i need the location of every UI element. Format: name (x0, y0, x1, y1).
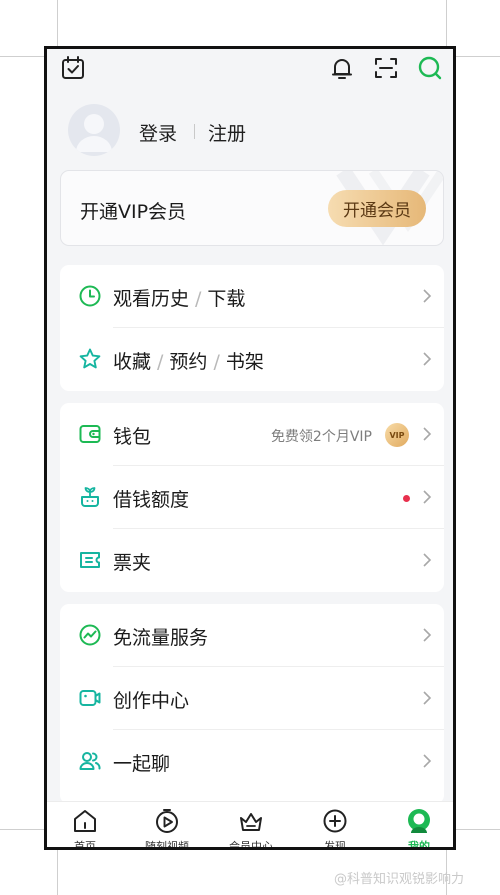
vip-badge: VIP (385, 423, 409, 447)
user-avatar-icon (408, 809, 430, 833)
menu-item-label: 观看历史 / 下载 (113, 288, 246, 310)
menu-group-services: 免流量服务 创作中心 一起聊 (60, 604, 444, 804)
nav-discover[interactable]: 发现 (295, 802, 375, 850)
default-avatar-icon (76, 114, 112, 152)
menu-item-chat-together[interactable]: 一起聊 (60, 730, 444, 793)
chevron-right-icon (423, 352, 432, 366)
menu-item-wallet[interactable]: 钱包 免费领2个月VIP VIP (60, 403, 444, 466)
nav-label: 随刻视频 (145, 840, 189, 850)
nav-me[interactable]: 我的 (379, 802, 453, 850)
menu-group-history: 观看历史 / 下载 收藏 / 预约 / 书架 (60, 265, 444, 391)
sprout-icon (81, 487, 99, 507)
nav-videos[interactable]: 随刻视频 (127, 802, 207, 850)
menu-item-history-download[interactable]: 观看历史 / 下载 (60, 265, 444, 328)
bottom-nav: 首页 随刻视频 会员中心 发现 我的 (47, 801, 453, 850)
divider (194, 124, 195, 139)
avatar[interactable] (68, 104, 120, 156)
data-free-icon (79, 624, 101, 646)
menu-group-wallet: 钱包 免费领2个月VIP VIP 借钱额度 票夹 (60, 403, 444, 592)
top-bar (47, 49, 453, 89)
ticket-icon (80, 552, 100, 568)
creator-icon (79, 690, 101, 706)
clock-icon (79, 285, 101, 307)
nav-home[interactable]: 首页 (47, 802, 125, 850)
play-timer-icon (156, 809, 178, 833)
register-link[interactable]: 注册 (208, 119, 246, 146)
menu-item-label: 免流量服务 (113, 627, 209, 649)
calendar-check-icon[interactable] (60, 55, 86, 81)
home-icon (74, 810, 96, 832)
crown-basket-icon (240, 813, 262, 831)
nav-label: 我的 (408, 840, 430, 850)
menu-item-label: 收藏 / 预约 / 书架 (113, 351, 264, 373)
nav-vip-center[interactable]: 会员中心 (211, 802, 291, 850)
nav-label: 会员中心 (229, 840, 273, 850)
menu-item-label: 钱包 (113, 426, 152, 448)
nav-label: 发现 (324, 840, 346, 850)
plus-circle-icon (323, 809, 347, 833)
chevron-right-icon (423, 553, 432, 567)
chevron-right-icon (423, 754, 432, 768)
vip-title: 开通VIP会员 (80, 201, 187, 223)
menu-item-label: 票夹 (113, 552, 152, 574)
chevron-right-icon (423, 628, 432, 642)
chevron-right-icon (423, 427, 432, 441)
phone-screen: 登录 注册 开通VIP会员 开通会员 观看历史 / 下载 收藏 / 预约 / 书架 (44, 46, 456, 850)
wallet-icon (79, 425, 101, 443)
chevron-right-icon (423, 691, 432, 705)
menu-item-creator-center[interactable]: 创作中心 (60, 667, 444, 730)
login-link[interactable]: 登录 (139, 119, 177, 146)
star-icon (79, 348, 101, 369)
menu-item-label: 借钱额度 (113, 489, 190, 511)
menu-item-label: 创作中心 (113, 690, 190, 712)
vip-card[interactable]: 开通VIP会员 开通会员 (60, 170, 444, 246)
search-icon[interactable] (417, 55, 443, 81)
nav-label: 首页 (74, 840, 96, 850)
chevron-right-icon (423, 289, 432, 303)
chat-together-icon (79, 752, 101, 770)
watermark: @科普知识观锐影响力 (334, 872, 465, 887)
menu-item-credit[interactable]: 借钱额度 (60, 466, 444, 529)
chevron-right-icon (423, 490, 432, 504)
menu-item-label: 一起聊 (113, 753, 171, 775)
notification-dot (403, 495, 410, 502)
bell-icon[interactable] (329, 55, 355, 81)
menu-item-favorites[interactable]: 收藏 / 预约 / 书架 (60, 328, 444, 391)
menu-item-data-free[interactable]: 免流量服务 (60, 604, 444, 667)
scan-icon[interactable] (373, 55, 399, 81)
menu-item-ticket-wallet[interactable]: 票夹 (60, 529, 444, 592)
open-vip-button[interactable]: 开通会员 (328, 190, 426, 227)
wallet-promo-text: 免费领2个月VIP (270, 429, 372, 445)
